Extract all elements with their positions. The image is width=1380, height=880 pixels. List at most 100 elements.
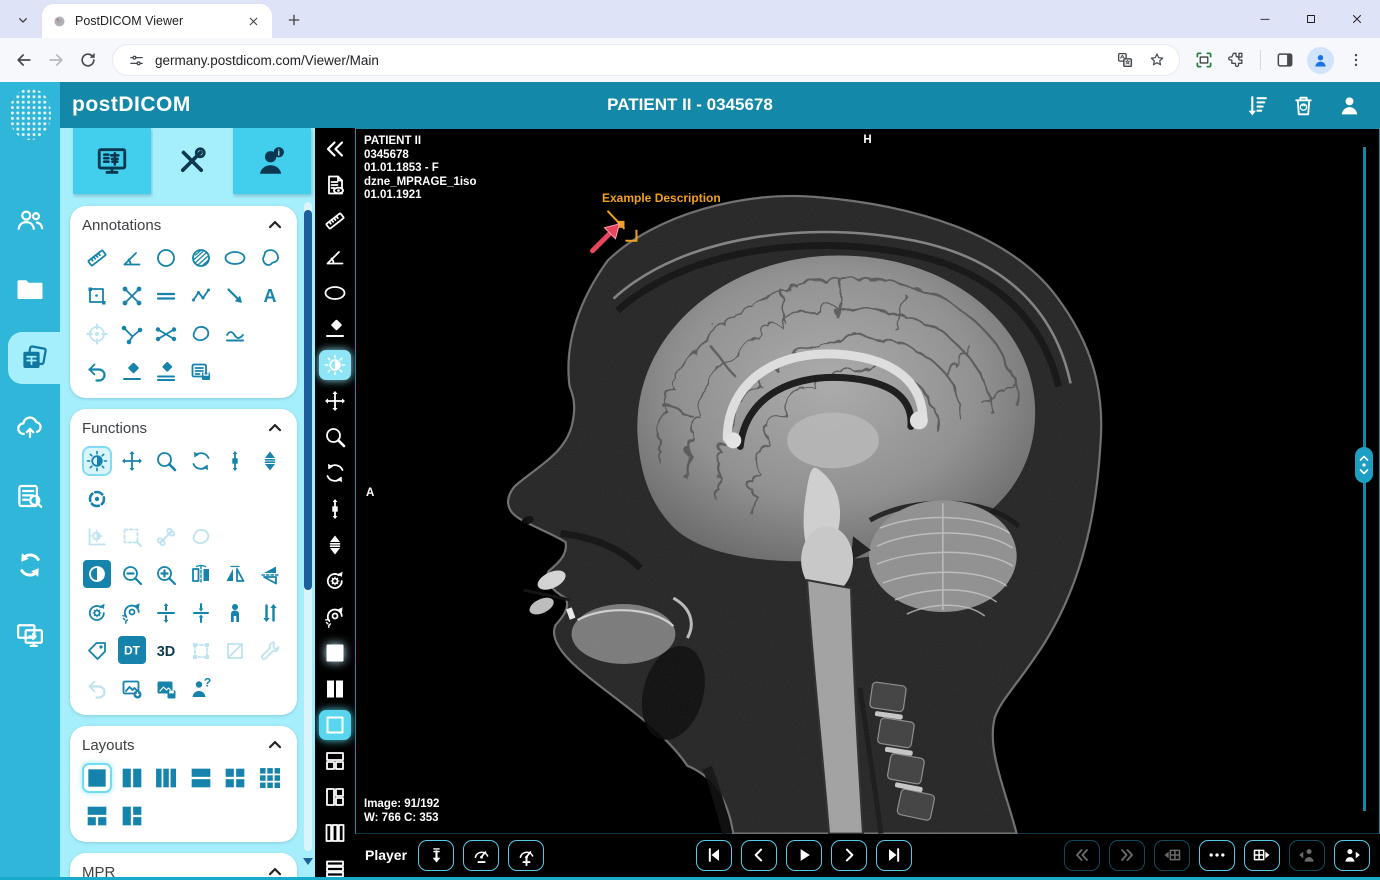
previous-image-button[interactable] [741, 840, 777, 871]
fn-pan[interactable] [117, 446, 147, 476]
browser-tab[interactable]: PostDICOM Viewer [42, 4, 272, 38]
collapse-functions-icon[interactable] [265, 418, 285, 438]
speed-up-button[interactable] [508, 840, 544, 871]
fn-rotate-reset[interactable] [117, 598, 147, 628]
vt-rotate-cw[interactable] [319, 566, 351, 596]
layout-1-2[interactable] [82, 801, 112, 831]
last-image-button[interactable] [876, 840, 912, 871]
vt-angle[interactable] [319, 242, 351, 272]
tab-viewer[interactable] [73, 128, 151, 194]
next-patient-button[interactable] [1334, 840, 1370, 871]
panel-scrollbar-down-icon[interactable] [303, 858, 313, 865]
fn-zoom-out[interactable] [117, 560, 147, 590]
previous-patient-button[interactable] [1289, 840, 1325, 871]
layout-1x1[interactable] [82, 763, 112, 793]
tool-polyline[interactable] [186, 281, 216, 311]
url-bar[interactable]: germany.postdicom.com/Viewer/Main [112, 44, 1180, 76]
profile-avatar[interactable] [1307, 47, 1334, 74]
vt-rotate-reset[interactable] [319, 602, 351, 632]
vt-series-layout-col[interactable] [319, 782, 351, 812]
tool-region[interactable] [186, 319, 216, 349]
vt-layout-1x2[interactable] [319, 674, 351, 704]
tool-cobb-angle[interactable] [151, 319, 181, 349]
window-maximize-button[interactable] [1288, 0, 1334, 38]
tool-erase[interactable] [117, 357, 147, 387]
account-button[interactable] [1336, 92, 1362, 118]
site-info-icon[interactable] [125, 44, 147, 76]
fn-invert[interactable] [83, 560, 111, 588]
browser-menu-icon[interactable] [1340, 44, 1372, 76]
vt-window-level[interactable] [319, 350, 351, 380]
vt-layout-1x1[interactable] [319, 638, 351, 668]
vt-scroll[interactable] [319, 494, 351, 524]
tab-search-chevron-icon[interactable] [8, 5, 38, 35]
browser-back-button[interactable] [8, 44, 40, 76]
collapse-layouts-icon[interactable] [265, 735, 285, 755]
vt-eraser[interactable] [319, 314, 351, 344]
url-text[interactable]: germany.postdicom.com/Viewer/Main [155, 53, 1101, 68]
rail-upload[interactable] [0, 401, 60, 453]
next-series-fast-button[interactable] [1109, 840, 1145, 871]
fn-patient-orientation[interactable] [220, 598, 250, 628]
rail-viewer[interactable] [8, 332, 60, 384]
fn-localizer[interactable] [82, 484, 112, 514]
vt-stack-scroll[interactable] [319, 530, 351, 560]
fn-save-image[interactable] [151, 674, 181, 704]
vt-series-layout-1[interactable] [319, 710, 351, 740]
vt-ruler[interactable] [319, 206, 351, 236]
tool-save-annotations[interactable] [186, 357, 216, 387]
fn-expand[interactable] [151, 598, 181, 628]
tool-undo[interactable] [82, 357, 112, 387]
stack-scroll-thumb[interactable] [1355, 447, 1373, 483]
tool-rectangle[interactable] [82, 281, 112, 311]
window-minimize-button[interactable] [1242, 0, 1288, 38]
next-image-button[interactable] [831, 840, 867, 871]
vt-collapse-panel[interactable] [319, 134, 351, 164]
fn-window-level[interactable] [82, 446, 112, 476]
vt-zoom[interactable] [319, 422, 351, 452]
annotation-label[interactable]: Example Description [602, 191, 721, 205]
fn-sort-order[interactable] [255, 598, 285, 628]
play-button[interactable] [786, 840, 822, 871]
tool-circle[interactable] [151, 243, 181, 273]
vt-rotate[interactable] [319, 458, 351, 488]
play-direction-button[interactable] [418, 840, 454, 871]
first-image-button[interactable] [696, 840, 732, 871]
side-panel-icon[interactable] [1269, 44, 1301, 76]
layout-1x2[interactable] [117, 763, 147, 793]
tool-ruler[interactable] [82, 243, 112, 273]
rail-patient-list[interactable] [0, 194, 60, 246]
fn-scroll[interactable] [220, 446, 250, 476]
rail-share[interactable] [0, 608, 60, 660]
tool-erase-all[interactable] [151, 357, 181, 387]
tab-tools[interactable] [153, 128, 231, 194]
previous-series-button[interactable] [1154, 840, 1190, 871]
panel-scrollbar-thumb[interactable] [304, 210, 312, 590]
tool-text[interactable]: A [255, 281, 285, 311]
fn-zoom[interactable] [151, 446, 181, 476]
fn-flip-horizontal[interactable] [186, 560, 216, 590]
fn-mirror[interactable] [220, 560, 250, 590]
layout-1x3[interactable] [151, 763, 181, 793]
fn-patient-query[interactable]: ? [186, 674, 216, 704]
fn-stack-scroll[interactable] [255, 446, 285, 476]
fn-zoom-in[interactable] [151, 560, 181, 590]
fn-tags[interactable] [82, 636, 112, 666]
bookmark-star-icon[interactable] [1141, 44, 1173, 76]
tool-open-angle[interactable] [117, 319, 147, 349]
fn-rotate-cw[interactable] [82, 598, 112, 628]
tool-angle[interactable] [117, 243, 147, 273]
vt-series-layout-3col[interactable] [319, 818, 351, 848]
tool-cross[interactable] [117, 281, 147, 311]
collapse-annotations-icon[interactable] [265, 215, 285, 235]
rail-folders[interactable] [0, 263, 60, 315]
tool-parallel-lines[interactable] [151, 281, 181, 311]
panel-scrollbar[interactable] [304, 202, 312, 851]
fn-export-image[interactable] [117, 674, 147, 704]
layout-3x3[interactable] [255, 763, 285, 793]
layout-col-1-2[interactable] [117, 801, 147, 831]
vt-view-report[interactable] [319, 170, 351, 200]
fn-3d[interactable]: 3D [151, 636, 181, 666]
extensions-icon[interactable] [1220, 44, 1252, 76]
fn-flip-vertical[interactable] [255, 560, 285, 590]
